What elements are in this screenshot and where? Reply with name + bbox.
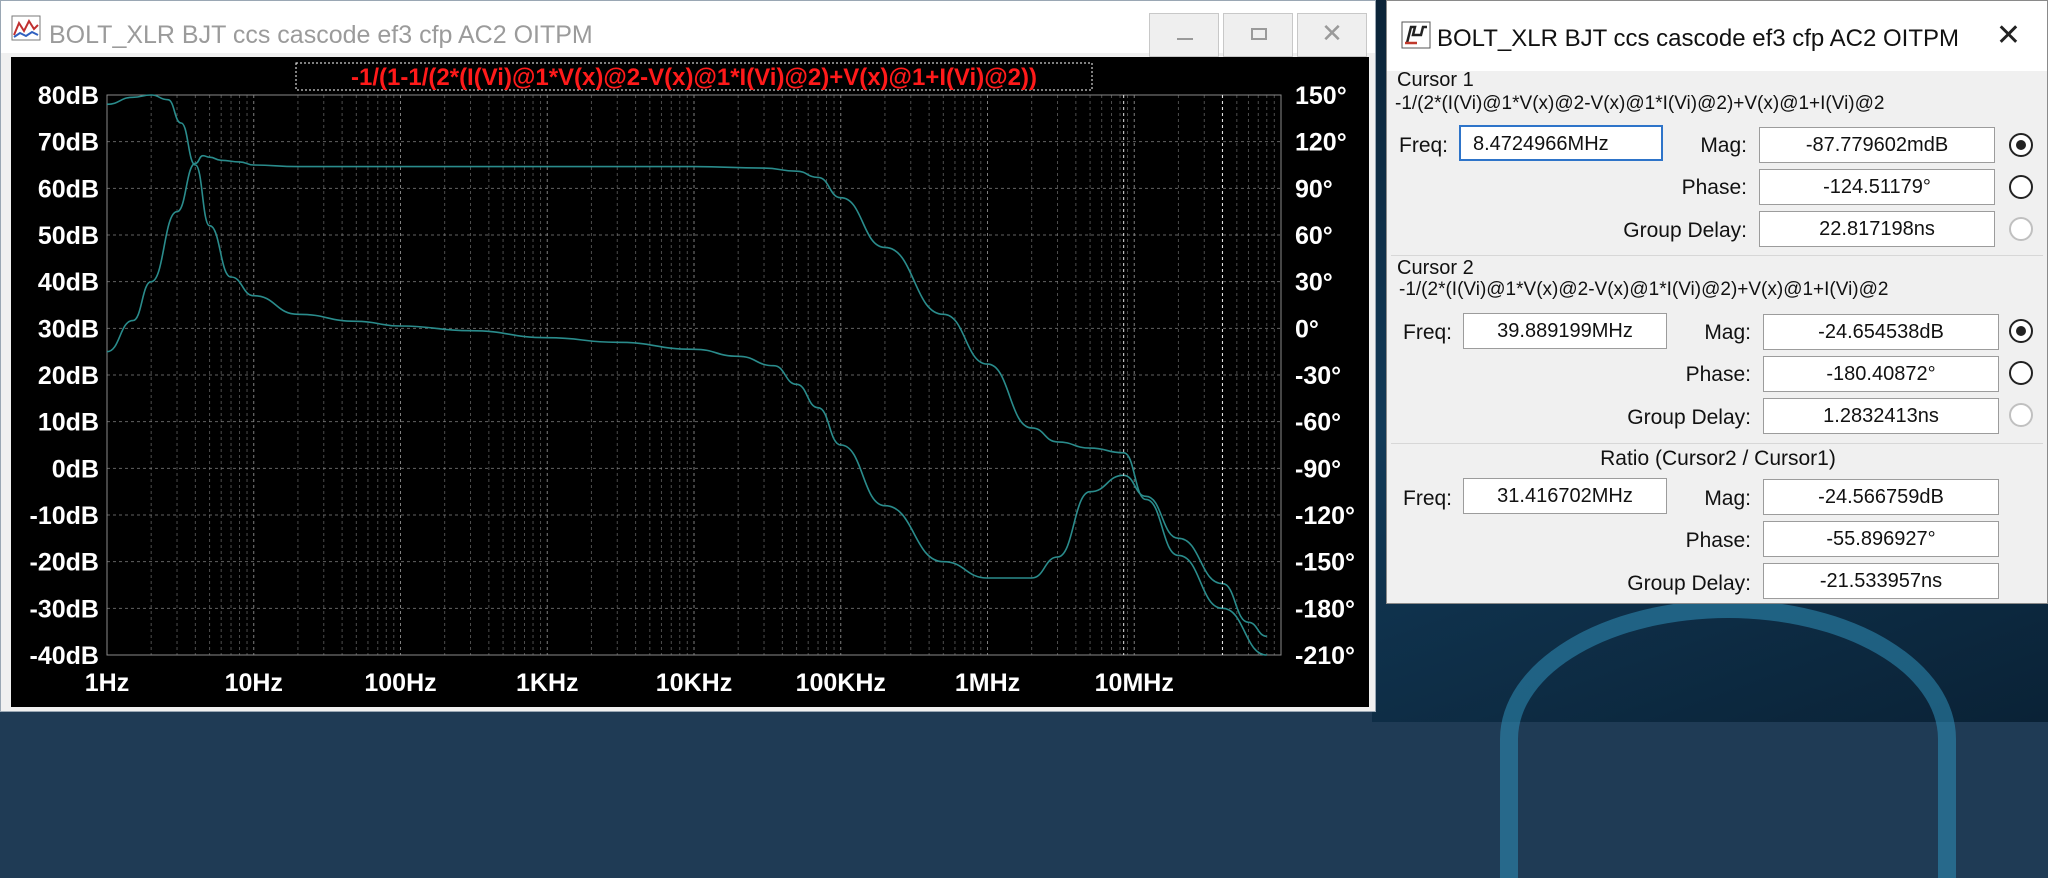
cursor1-expression: -1/(2*(I(Vi)@1*V(x)@2-V(x)@1*I(Vi)@2)+V(…: [1395, 93, 1885, 114]
cursor1-mag-label: Mag:: [1700, 134, 1747, 157]
right-axis-tick-label: -90°: [1295, 455, 1341, 483]
right-axis-tick-label: 60°: [1295, 222, 1333, 250]
cursor2-expression: -1/(2*(I(Vi)@1*V(x)@2-V(x)@1*I(Vi)@2)+V(…: [1399, 279, 1889, 300]
close-icon: ✕: [1321, 18, 1343, 48]
right-axis-tick-label: -180°: [1295, 595, 1355, 623]
cursor1-group-delay-value[interactable]: 22.817198ns: [1759, 211, 1995, 247]
ratio-group-delay-label: Group Delay:: [1627, 572, 1751, 595]
left-axis-tick-label: -10dB: [30, 502, 99, 530]
ratio-title: Ratio (Cursor2 / Cursor1): [1600, 447, 1836, 470]
cursor2-title: Cursor 2: [1397, 257, 1474, 279]
right-axis-tick-label: 150°: [1295, 82, 1347, 110]
ratio-phase-value[interactable]: -55.896927°: [1763, 521, 1999, 557]
cursor2-phase-label: Phase:: [1685, 363, 1751, 386]
right-axis-tick-label: 90°: [1295, 175, 1333, 203]
cursor2-group-delay-radio[interactable]: [2009, 403, 2033, 427]
x-axis-tick-label: 100Hz: [364, 669, 436, 697]
cursor-dialog-title: BOLT_XLR BJT ccs cascode ef3 cfp AC2 OIT…: [1437, 25, 1959, 52]
x-axis-tick-label: 1MHz: [955, 669, 1020, 697]
right-axis-tick-label: -150°: [1295, 549, 1355, 577]
ratio-freq-label: Freq:: [1403, 487, 1453, 510]
left-axis-tick-label: -40dB: [30, 642, 99, 670]
left-axis-tick-label: -20dB: [30, 549, 99, 577]
cursor1-phase-radio[interactable]: [2009, 175, 2033, 199]
divider: [1391, 443, 2043, 444]
trace-label[interactable]: -1/(1-1/(2*(I(Vi)@1*V(x)@2-V(x)@1*I(Vi)@…: [351, 64, 1037, 91]
cursor1-group-delay-radio[interactable]: [2009, 217, 2033, 241]
cursor2-group-delay-label: Group Delay:: [1627, 406, 1751, 429]
cursor1-mag-value[interactable]: -87.779602mdB: [1759, 127, 1995, 163]
cursor2-phase-value[interactable]: -180.40872°: [1763, 356, 1999, 392]
plot-area[interactable]: 80dB 150° 70dB 120° 60dB 90° 50dB 60° 40dB 30° 30d…: [11, 57, 1369, 707]
plot-window: BOLT_XLR BJT ccs cascode ef3 cfp AC2 OIT…: [0, 0, 1376, 712]
minimize-icon: [1177, 38, 1193, 40]
x-axis-tick-label: 10Hz: [225, 669, 283, 697]
left-axis-tick-label: 60dB: [38, 175, 99, 203]
maximize-icon: [1251, 28, 1267, 40]
cursor-dialog-titlebar[interactable]: BOLT_XLR BJT ccs cascode ef3 cfp AC2 OIT…: [1387, 1, 2047, 71]
ratio-group-delay-value[interactable]: -21.533957ns: [1763, 563, 1999, 599]
right-axis-tick-label: 0°: [1295, 315, 1319, 343]
left-axis-tick-label: 30dB: [38, 315, 99, 343]
cursor2-mag-label: Mag:: [1704, 321, 1751, 344]
ltspice-icon: [1401, 21, 1431, 49]
x-axis-tick-label: 10KHz: [656, 669, 732, 697]
ratio-mag-value[interactable]: -24.566759dB: [1763, 479, 1999, 515]
right-axis-tick-label: -210°: [1295, 642, 1355, 670]
x-axis-tick-label: 1KHz: [516, 669, 579, 697]
close-button[interactable]: ✕: [1297, 13, 1367, 57]
right-axis-tick-label: -30°: [1295, 362, 1341, 390]
close-icon[interactable]: ✕: [1996, 21, 2021, 51]
cursor1-phase-value[interactable]: -124.51179°: [1759, 169, 1995, 205]
cursor2-freq-input[interactable]: 39.889199MHz: [1463, 313, 1667, 349]
left-axis-tick-label: -30dB: [30, 595, 99, 623]
cursor2-mag-radio[interactable]: [2009, 319, 2033, 343]
cursor2-freq-label: Freq:: [1403, 321, 1453, 344]
cursor1-group-delay-label: Group Delay:: [1623, 219, 1747, 242]
waveform-viewer-icon: [11, 15, 41, 41]
left-axis-tick-label: 0dB: [52, 455, 99, 483]
axes: 80dB 150° 70dB 120° 60dB 90° 50dB 60° 40dB 30° 30d…: [30, 82, 1356, 697]
left-axis-tick-label: 50dB: [38, 222, 99, 250]
ratio-mag-label: Mag:: [1704, 487, 1751, 510]
minimize-button[interactable]: [1149, 13, 1219, 57]
left-axis-tick-label: 80dB: [38, 82, 99, 110]
grid: [106, 94, 1281, 656]
right-axis-tick-label: 120°: [1295, 129, 1347, 157]
phase-trace: [106, 154, 1267, 656]
right-axis-tick-label: -60°: [1295, 409, 1341, 437]
left-axis-tick-label: 20dB: [38, 362, 99, 390]
left-axis-tick-label: 70dB: [38, 129, 99, 157]
cursor1-mag-radio[interactable]: [2009, 133, 2033, 157]
plot-titlebar[interactable]: BOLT_XLR BJT ccs cascode ef3 cfp AC2 OIT…: [1, 1, 1375, 57]
left-axis-tick-label: 40dB: [38, 269, 99, 297]
divider: [1391, 255, 2043, 256]
cursor2-phase-radio[interactable]: [2009, 361, 2033, 385]
ratio-freq-value[interactable]: 31.416702MHz: [1463, 478, 1667, 514]
cursor1-freq-input[interactable]: 8.4724966MHz: [1459, 125, 1663, 161]
left-axis-tick-label: 10dB: [38, 409, 99, 437]
ratio-phase-label: Phase:: [1685, 529, 1751, 552]
cursor1-phase-label: Phase:: [1681, 176, 1747, 199]
wallpaper-graphic: [1500, 600, 1956, 878]
x-axis-tick-label: 1Hz: [85, 669, 129, 697]
bode-plot[interactable]: 80dB 150° 70dB 120° 60dB 90° 50dB 60° 40dB 30° 30d…: [11, 57, 1369, 707]
cursor1-title: Cursor 1: [1397, 69, 1474, 91]
cursor-dialog: BOLT_XLR BJT ccs cascode ef3 cfp AC2 OIT…: [1386, 0, 2048, 604]
maximize-button[interactable]: [1223, 13, 1293, 57]
cursor2-mag-value[interactable]: -24.654538dB: [1763, 314, 1999, 350]
plot-window-title: BOLT_XLR BJT ccs cascode ef3 cfp AC2 OIT…: [49, 21, 593, 49]
x-axis-tick-label: 10MHz: [1095, 669, 1174, 697]
cursor1-freq-label: Freq:: [1399, 134, 1449, 157]
cursor2-group-delay-value[interactable]: 1.2832413ns: [1763, 398, 1999, 434]
x-axis-tick-label: 100KHz: [796, 669, 886, 697]
right-axis-tick-label: -120°: [1295, 502, 1355, 530]
right-axis-tick-label: 30°: [1295, 269, 1333, 297]
